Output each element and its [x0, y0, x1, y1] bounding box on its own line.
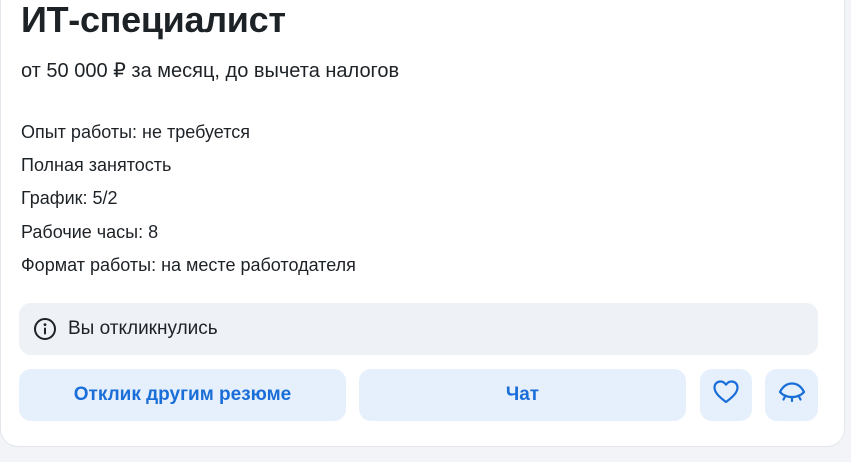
chat-button[interactable]: Чат: [359, 369, 686, 421]
hours-text: Рабочие часы: 8: [21, 222, 159, 242]
work-format-text: Формат работы: на месте работодателя: [21, 255, 356, 275]
hide-vacancy-button[interactable]: [765, 369, 818, 421]
experience-text: Опыт работы: не требуется: [21, 122, 250, 142]
responded-notice: Вы откликнулись: [19, 303, 818, 355]
vacancy-title[interactable]: ИТ-специалист: [21, 0, 286, 41]
responded-notice-text: Вы откликнулись: [68, 318, 218, 339]
info-icon: [33, 317, 57, 341]
employment-text: Полная занятость: [21, 155, 172, 175]
closed-eye-icon: [777, 380, 807, 410]
heart-icon: [712, 379, 740, 411]
respond-other-resume-button[interactable]: Отклик другим резюме: [19, 369, 346, 421]
vacancy-salary: от 50 000 ₽ за месяц, до вычета налогов: [21, 60, 400, 82]
schedule-text: График: 5/2: [21, 188, 118, 208]
favorite-button[interactable]: [700, 369, 752, 421]
